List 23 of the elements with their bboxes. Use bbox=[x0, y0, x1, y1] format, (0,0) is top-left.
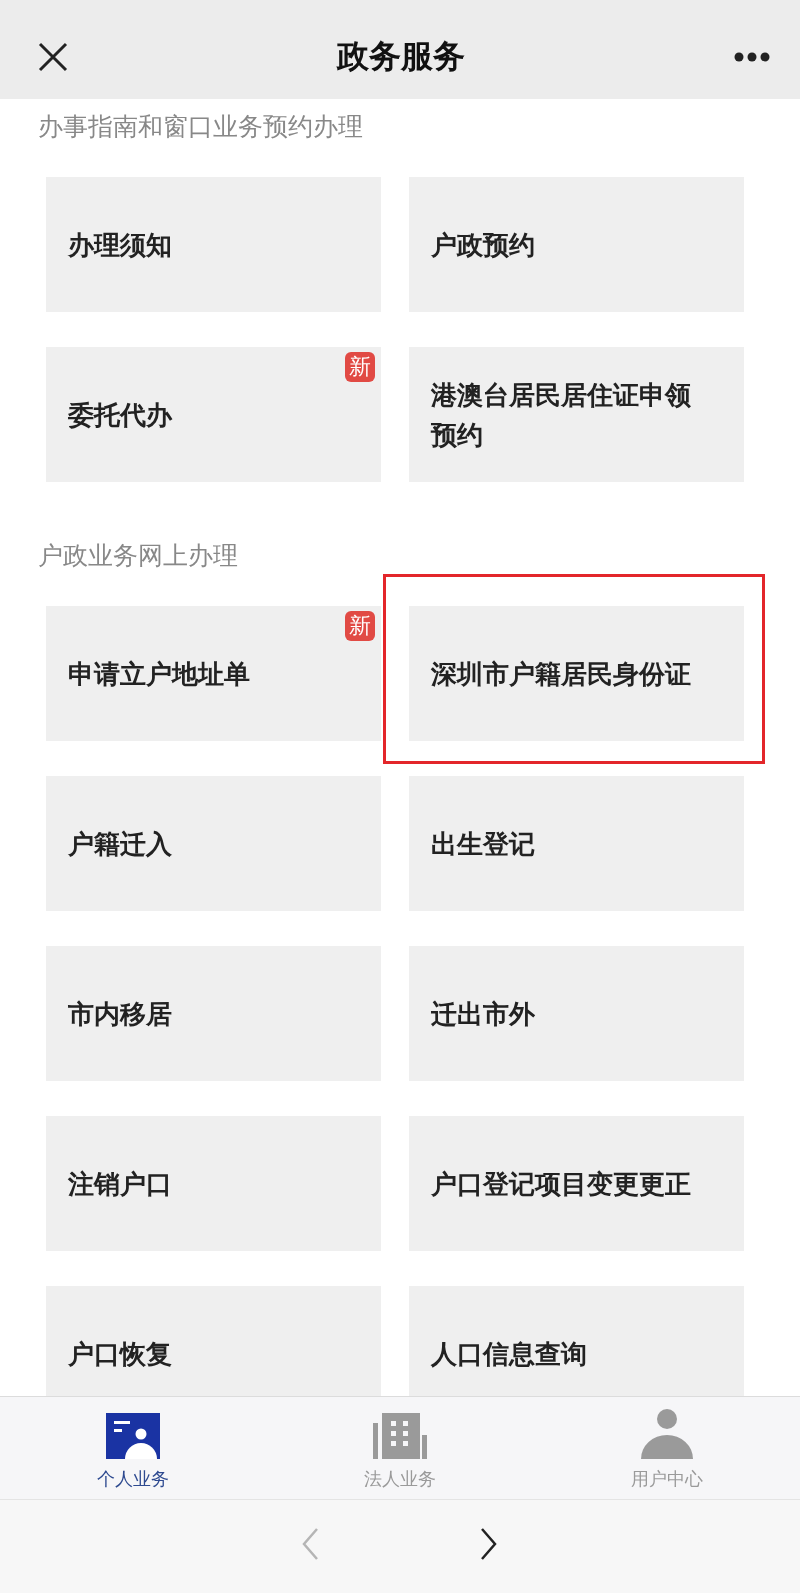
section-title: 办事指南和窗口业务预约办理 bbox=[38, 111, 364, 143]
service-card[interactable]: 注销户口 bbox=[46, 1116, 381, 1251]
close-icon[interactable] bbox=[38, 41, 68, 72]
service-card[interactable]: 户籍迁入 bbox=[46, 776, 381, 911]
service-card[interactable]: 人口信息查询 bbox=[409, 1286, 744, 1396]
service-card[interactable]: 市内移居 bbox=[46, 946, 381, 1081]
service-card[interactable]: 办理须知 bbox=[46, 177, 381, 312]
person-card-icon bbox=[106, 1413, 161, 1459]
service-card[interactable]: 户政预约 bbox=[409, 177, 744, 312]
new-badge: 新 bbox=[345, 352, 375, 382]
section-title: 户政业务网上办理 bbox=[38, 540, 239, 572]
service-card[interactable]: 户口恢复 bbox=[46, 1286, 381, 1396]
service-card[interactable]: 港澳台居民居住证申领预约 bbox=[409, 347, 744, 482]
building-icon bbox=[373, 1413, 427, 1459]
service-card[interactable]: 户口登记项目变更更正 bbox=[409, 1116, 744, 1251]
new-badge: 新 bbox=[345, 611, 375, 641]
service-card[interactable]: 出生登记 bbox=[409, 776, 744, 911]
service-card[interactable]: 深圳市户籍居民身份证 bbox=[409, 606, 744, 741]
page-title: 政务服务 bbox=[337, 35, 465, 77]
tab-item[interactable]: 个人业务 bbox=[0, 1397, 267, 1499]
service-card[interactable]: 迁出市外 bbox=[409, 946, 744, 1081]
user-icon bbox=[640, 1409, 693, 1459]
more-icon[interactable] bbox=[734, 51, 770, 62]
